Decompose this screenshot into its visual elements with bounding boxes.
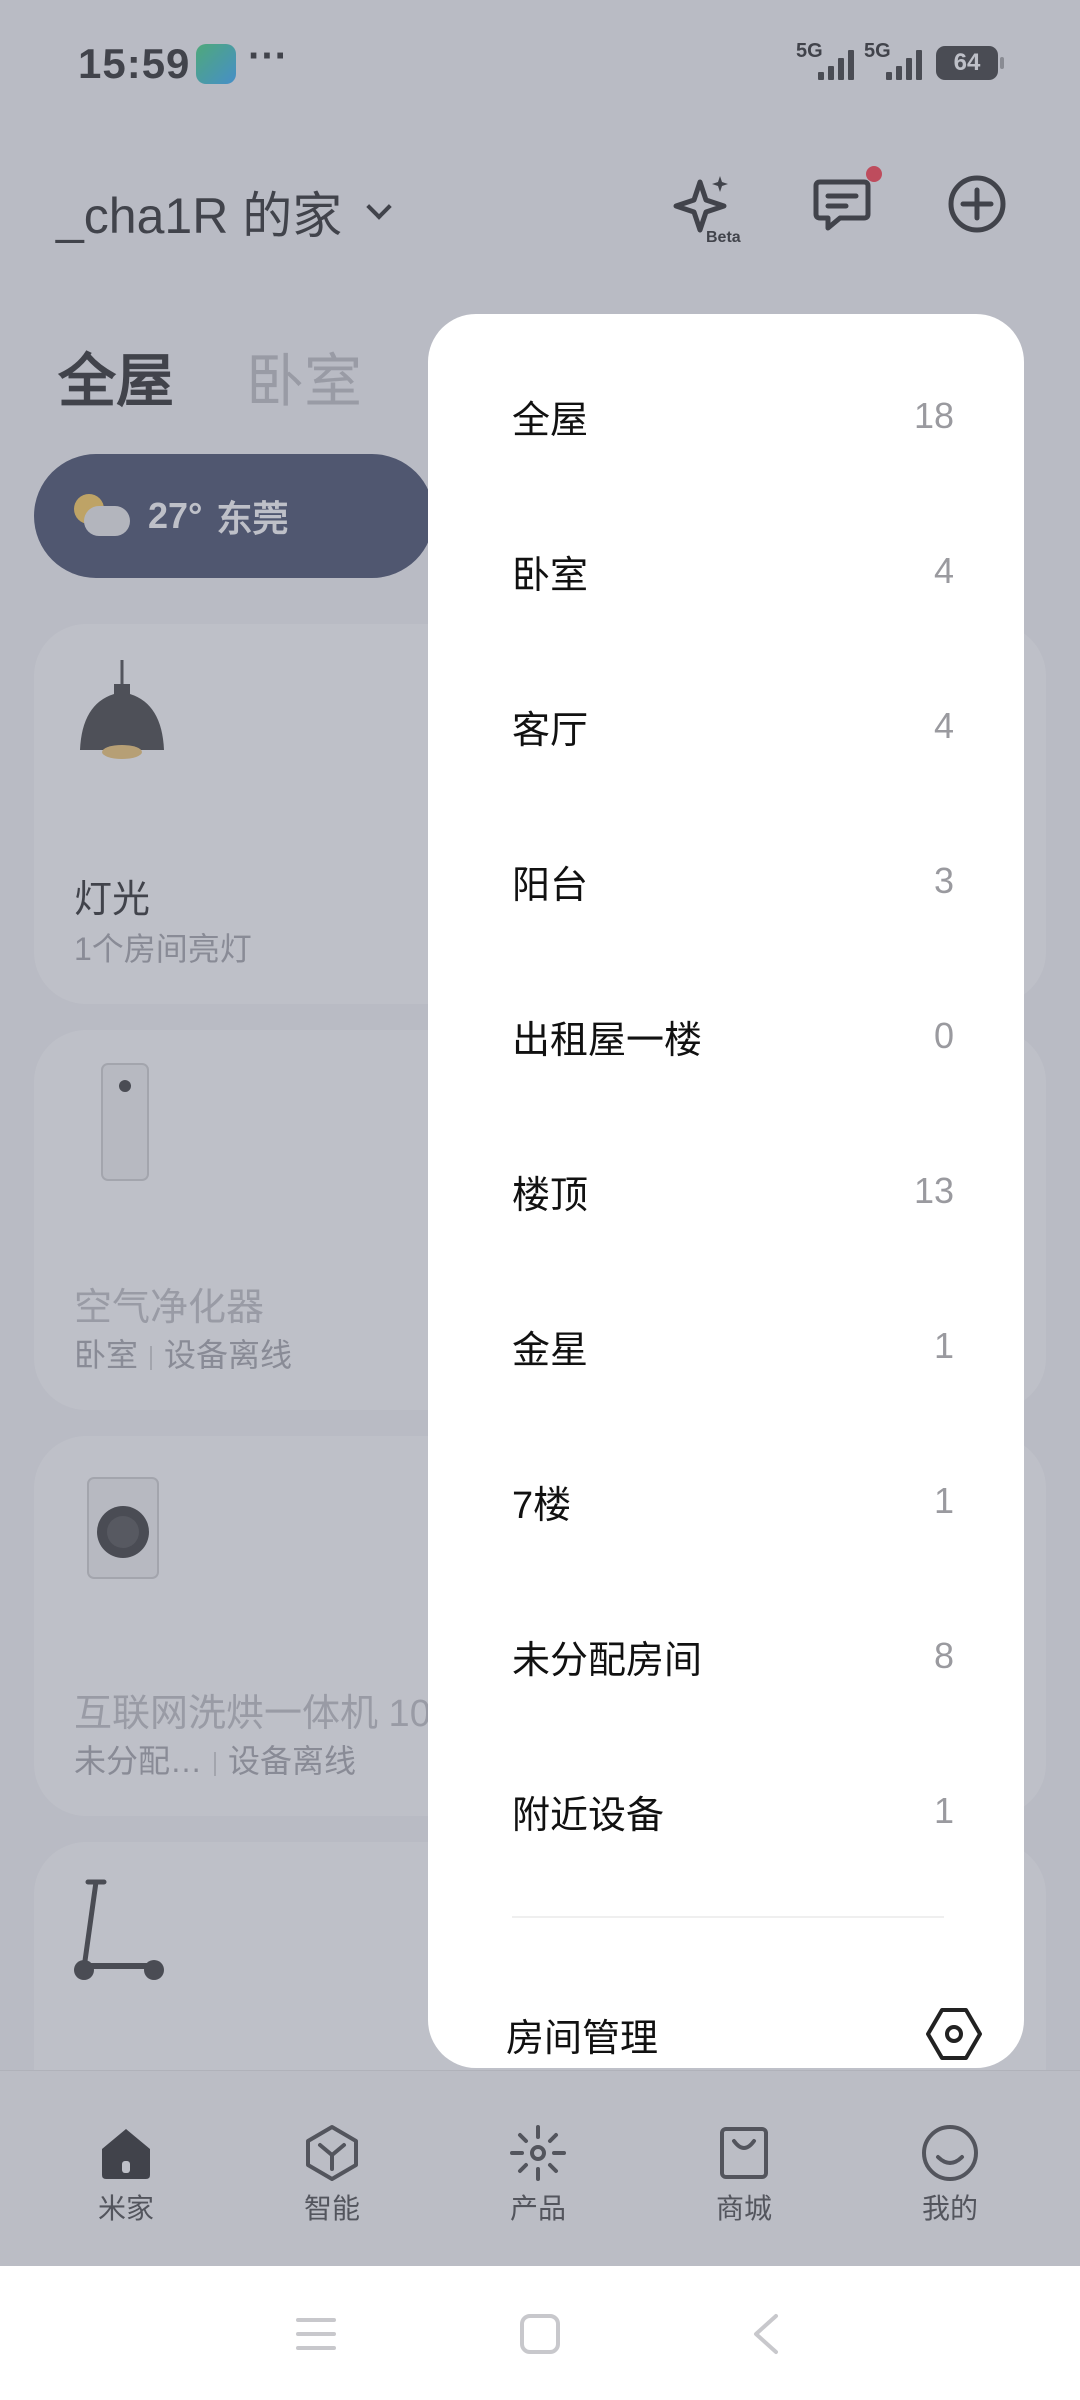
settings-hexagon-icon	[926, 2008, 982, 2060]
home-nav-icon[interactable]	[518, 2312, 562, 2356]
room-option-7th-floor[interactable]: 7楼 1	[512, 1461, 954, 1541]
room-option-rooftop[interactable]: 楼顶 13	[512, 1151, 954, 1231]
room-option-rental-first-floor[interactable]: 出租屋一楼 0	[512, 996, 954, 1076]
room-option-balcony[interactable]: 阳台 3	[512, 841, 954, 921]
room-management-button[interactable]: 房间管理	[506, 1994, 984, 2068]
room-option-nearby-devices[interactable]: 附近设备 1	[512, 1771, 954, 1851]
room-option-jinxing[interactable]: 金星 1	[512, 1306, 954, 1386]
room-switcher-dropdown: 全屋 18 卧室 4 客厅 4 阳台 3 出租屋一楼 0 楼顶 13 金星 1 …	[428, 314, 1024, 2068]
back-icon[interactable]	[748, 2312, 784, 2356]
room-option-all[interactable]: 全屋 18	[512, 376, 954, 456]
dropdown-divider	[512, 1916, 944, 1918]
recent-apps-icon[interactable]	[294, 2314, 338, 2354]
room-option-unassigned[interactable]: 未分配房间 8	[512, 1616, 954, 1696]
room-option-bedroom[interactable]: 卧室 4	[512, 531, 954, 611]
system-navigation-bar	[0, 2266, 1080, 2400]
room-option-living-room[interactable]: 客厅 4	[512, 686, 954, 766]
